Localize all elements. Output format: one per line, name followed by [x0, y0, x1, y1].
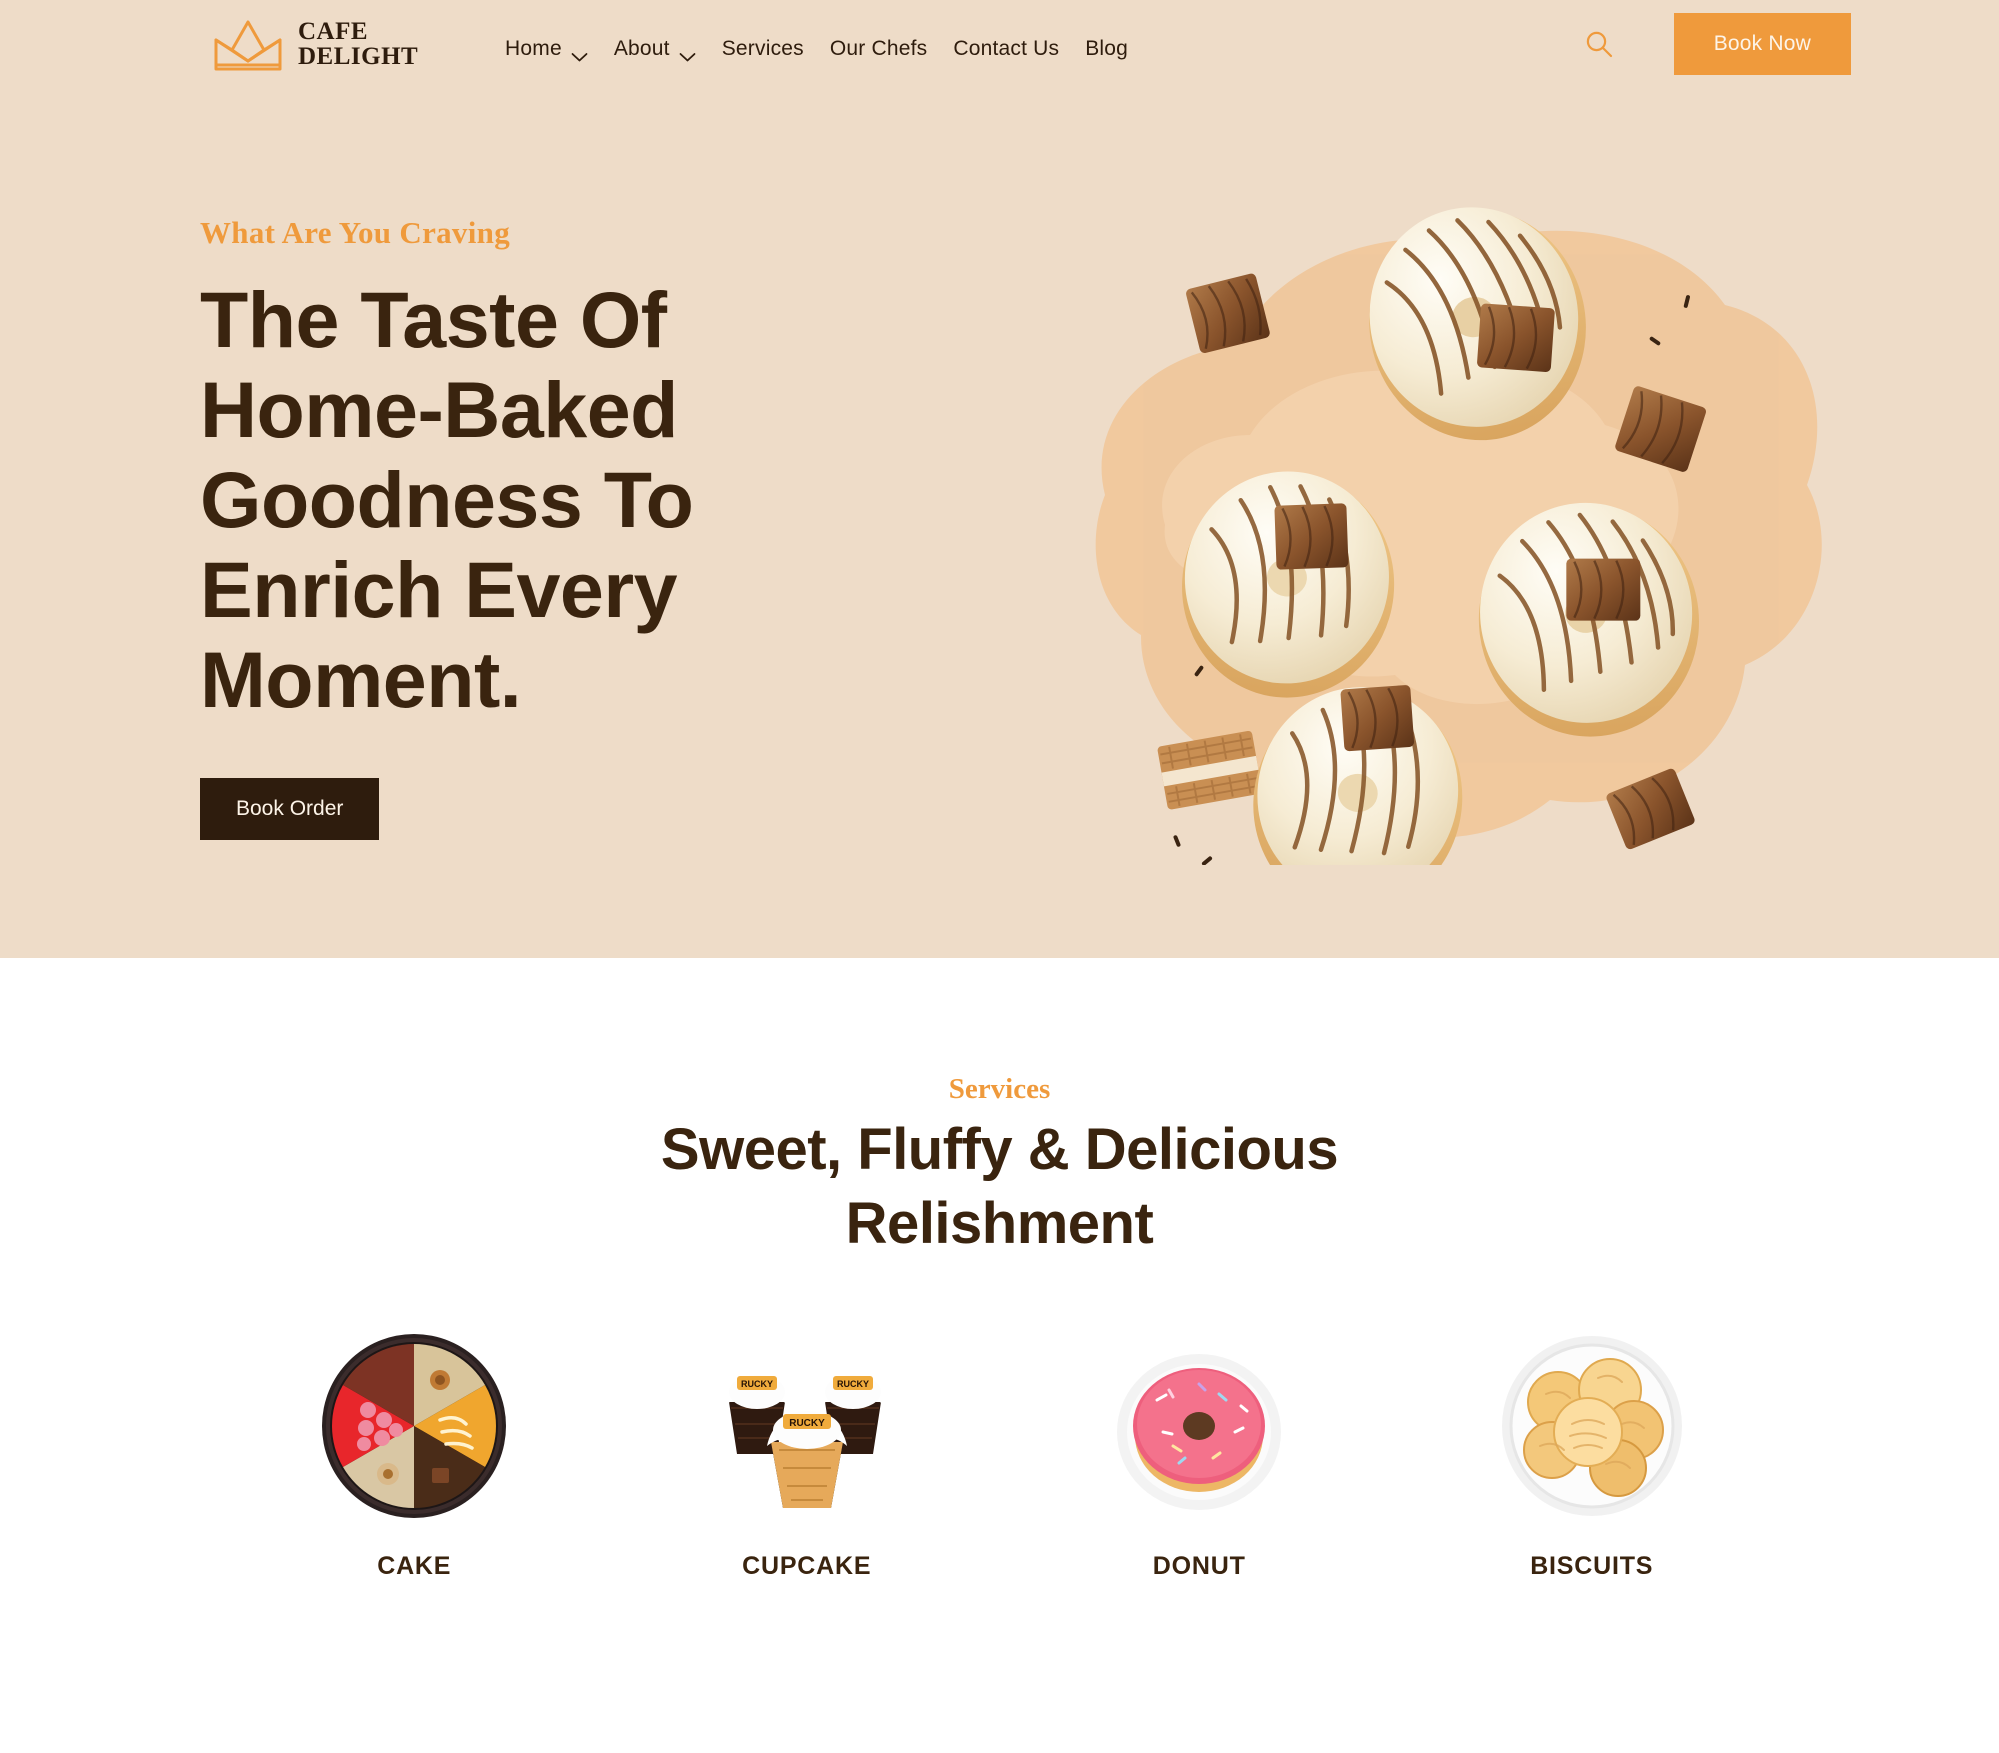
nav-label: Home [505, 37, 562, 60]
cake-platter-image [316, 1328, 512, 1524]
biscuits-bowl-image [1494, 1328, 1690, 1524]
nav-item-home[interactable]: Home [505, 37, 588, 62]
brand-line-1: CAFE [298, 18, 369, 45]
services-section: Services Sweet, Fluffy & Delicious Relis… [0, 958, 1999, 1753]
services-eyebrow: Services [948, 1073, 1051, 1105]
service-card-cake[interactable]: CAKE [218, 1328, 611, 1581]
nav-label: Contact Us [953, 37, 1060, 60]
hero-donut-illustration [1045, 195, 1855, 865]
nav-item-contact-us[interactable]: Contact Us [953, 37, 1059, 61]
services-title: Sweet, Fluffy & Delicious Relishment [660, 1117, 1339, 1256]
nav-label: Services [721, 37, 804, 60]
landing-page: CAFE DELIGHT Home About Services Our Che… [0, 0, 1999, 1753]
nav-label: About [613, 37, 670, 60]
header-actions: Book Now [1584, 13, 1851, 75]
hero-copy: What Are You Craving The Taste Of Home-B… [200, 215, 1000, 840]
nav-item-blog[interactable]: Blog [1085, 37, 1128, 61]
service-card-donut[interactable]: DONUT [1003, 1328, 1396, 1581]
svg-text:RUCKY: RUCKY [789, 1418, 825, 1429]
svg-text:RUCKY: RUCKY [741, 1379, 773, 1389]
nav-label: Blog [1085, 37, 1129, 60]
site-header: CAFE DELIGHT Home About Services Our Che… [0, 0, 1999, 90]
service-label: DONUT [1152, 1552, 1246, 1580]
chevron-down-icon [571, 44, 588, 62]
hero-title: The Taste Of Home-Baked Goodness To Enri… [200, 275, 694, 724]
brand-line-2: DELIGHT [298, 43, 419, 70]
crown-icon [212, 14, 284, 74]
nav-label: Our Chefs [829, 37, 928, 60]
brand-logo[interactable]: CAFE DELIGHT [212, 14, 418, 74]
book-now-button[interactable]: Book Now [1673, 13, 1851, 75]
service-card-biscuits[interactable]: BISCUITS [1396, 1328, 1789, 1581]
nav-item-our-chefs[interactable]: Our Chefs [830, 37, 928, 61]
service-label: BISCUITS [1530, 1552, 1654, 1580]
nav-item-services[interactable]: Services [722, 37, 804, 61]
hero-eyebrow: What Are You Craving [200, 215, 510, 250]
cupcakes-image: RUCKY RUCKY RUCKY [709, 1328, 905, 1524]
service-label: CAKE [377, 1552, 452, 1580]
service-card-cupcake[interactable]: RUCKY RUCKY RUCKY CUPCAKE [611, 1328, 1004, 1581]
brand-wordmark: CAFE DELIGHT [298, 19, 418, 69]
svg-text:RUCKY: RUCKY [837, 1379, 869, 1389]
services-grid: CAKE RUCKY RUCKY RUCKY CUPCAKE DONUT BIS… [218, 1328, 1788, 1581]
service-label: CUPCAKE [742, 1552, 872, 1580]
main-navigation: Home About Services Our Chefs Contact Us… [505, 37, 1128, 62]
search-icon[interactable] [1584, 29, 1614, 59]
chevron-down-icon [679, 44, 696, 62]
nav-item-about[interactable]: About [613, 37, 696, 62]
donut-image [1101, 1328, 1297, 1524]
hero-section: CAFE DELIGHT Home About Services Our Che… [0, 0, 1999, 958]
book-order-button[interactable]: Book Order [200, 778, 380, 840]
